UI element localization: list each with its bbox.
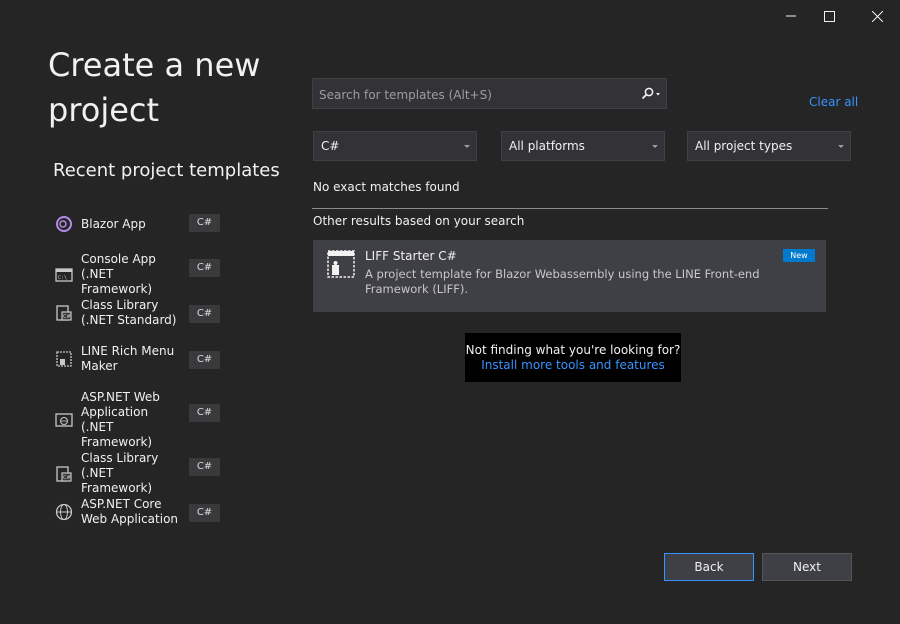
search-box <box>312 78 667 110</box>
no-match-message: No exact matches found <box>313 180 460 194</box>
help-question: Not finding what you're looking for? <box>465 343 681 357</box>
new-badge: New <box>783 249 815 262</box>
recent-item[interactable]: Blazor App C# <box>52 214 227 234</box>
recent-item-label: LINE Rich Menu Maker <box>81 344 175 373</box>
platform-filter-dropdown[interactable]: All platforms <box>501 131 665 161</box>
svg-text:C#: C# <box>63 314 71 320</box>
template-icon <box>327 250 355 278</box>
project-type-filter-value: All project types <box>695 139 793 153</box>
close-icon <box>871 10 883 22</box>
template-description: A project template for Blazor Webassembl… <box>365 267 760 296</box>
help-panel: Not finding what you're looking for? Ins… <box>465 333 681 382</box>
line-rich-menu-icon <box>56 351 72 367</box>
class-library-icon: C# <box>56 465 72 482</box>
svg-text:C:\: C:\ <box>58 275 67 281</box>
recent-item[interactable]: LINE Rich Menu Maker C# <box>52 344 227 374</box>
recent-item[interactable]: C:\ Console App (.NET Framework) C# <box>52 252 227 297</box>
minimize-icon <box>786 15 796 17</box>
maximize-button[interactable] <box>806 0 852 32</box>
recent-item-label: Class Library (.NET Standard) <box>81 298 177 327</box>
divider <box>312 208 828 209</box>
language-badge: C# <box>189 351 220 369</box>
blazor-icon <box>56 216 72 232</box>
install-tools-link[interactable]: Install more tools and features <box>465 358 681 372</box>
recent-item-label: ASP.NET Core Web Application <box>81 497 179 526</box>
language-badge: C# <box>189 504 220 522</box>
recent-item-label: Class Library (.NET Framework) <box>81 451 159 495</box>
chevron-down-icon <box>464 145 470 148</box>
search-input[interactable] <box>317 79 631 110</box>
back-button[interactable]: Back <box>664 553 754 581</box>
search-icon <box>641 87 660 99</box>
platform-filter-value: All platforms <box>509 139 585 153</box>
project-type-filter-dropdown[interactable]: All project types <box>687 131 851 161</box>
language-filter-dropdown[interactable]: C# <box>313 131 477 161</box>
close-button[interactable] <box>854 0 900 32</box>
globe-icon <box>55 503 73 521</box>
web-application-icon <box>55 413 73 427</box>
recent-templates-heading: Recent project templates <box>53 160 280 181</box>
recent-item-label: Console App (.NET Framework) <box>81 252 156 296</box>
language-badge: C# <box>189 404 220 422</box>
recent-item[interactable]: C# Class Library (.NET Framework) C# <box>52 451 227 496</box>
maximize-icon <box>823 10 835 22</box>
chevron-down-icon <box>838 145 844 148</box>
language-badge: C# <box>189 305 220 323</box>
template-title: LIFF Starter C# <box>365 249 457 263</box>
other-results-heading: Other results based on your search <box>313 214 525 228</box>
next-button[interactable]: Next <box>762 553 852 581</box>
page-title: Create a new project <box>48 46 261 129</box>
language-filter-value: C# <box>321 139 340 153</box>
recent-item[interactable]: C# Class Library (.NET Standard) C# <box>52 298 227 328</box>
recent-item-label: Blazor App <box>81 216 146 231</box>
console-app-icon: C:\ <box>55 267 73 282</box>
svg-text:C#: C# <box>63 475 71 481</box>
search-button[interactable] <box>636 79 666 108</box>
class-library-icon: C# <box>56 305 72 321</box>
recent-item[interactable]: ASP.NET Web Application (.NET Framework)… <box>52 390 227 450</box>
template-result-item[interactable]: LIFF Starter C# A project template for B… <box>313 240 826 312</box>
clear-all-link[interactable]: Clear all <box>809 95 858 109</box>
recent-item[interactable]: ASP.NET Core Web Application C# <box>52 497 227 527</box>
language-badge: C# <box>189 214 220 232</box>
language-badge: C# <box>189 259 220 277</box>
recent-item-label: ASP.NET Web Application (.NET Framework) <box>81 390 160 449</box>
language-badge: C# <box>189 458 220 476</box>
chevron-down-icon <box>652 145 658 148</box>
